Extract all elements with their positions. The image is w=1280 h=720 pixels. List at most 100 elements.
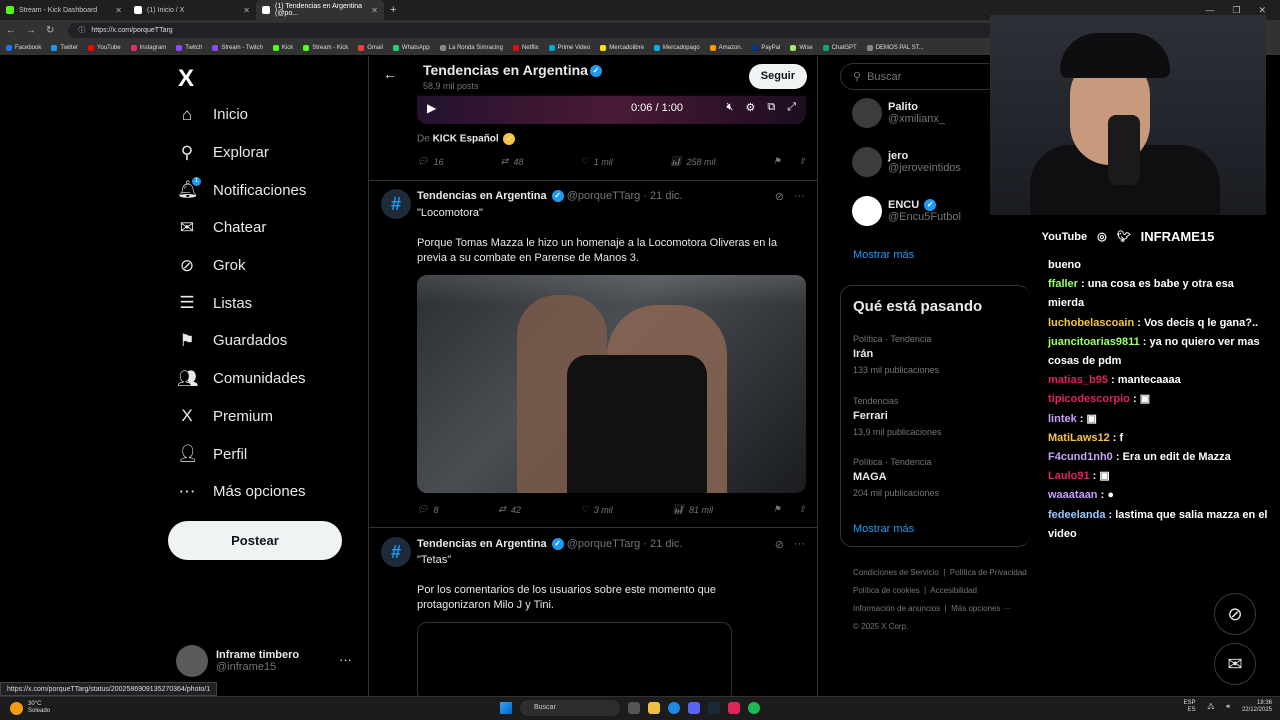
steam-icon[interactable] xyxy=(708,702,720,714)
bookmark-item[interactable]: Wise xyxy=(790,44,813,51)
close-window-icon[interactable]: ✕ xyxy=(1258,5,1266,16)
browser-tab-x-home[interactable]: (1) Inicio / X ✕ xyxy=(128,0,256,20)
messages-float-icon[interactable]: ✉ xyxy=(1214,643,1256,685)
views-button[interactable]: 📊︎ 81 mil xyxy=(673,504,713,515)
clock-time[interactable]: 18:36 xyxy=(1242,700,1272,707)
account-switcher[interactable]: Inframe timbero @inframe15 ··· xyxy=(176,644,356,678)
chat-username[interactable]: waaataan xyxy=(1048,489,1098,501)
follow-button[interactable]: Seguir xyxy=(748,64,807,89)
chat-username[interactable]: luchobelascoain xyxy=(1048,317,1134,329)
close-tab-icon[interactable]: ✕ xyxy=(115,6,122,15)
file-explorer-icon[interactable] xyxy=(648,702,660,714)
maximize-icon[interactable]: ❐ xyxy=(1232,5,1240,16)
tweet-avatar[interactable]: # xyxy=(381,537,411,567)
bookmark-item[interactable]: La Ronda Simracing xyxy=(439,44,503,51)
suggested-account[interactable]: ENCU ✓ @Encu5Futbol xyxy=(852,196,961,226)
post-button[interactable]: Postear xyxy=(168,521,342,560)
bookmark-item[interactable]: ChatGPT xyxy=(822,44,857,51)
tweet-author[interactable]: Tendencias en Argentina ✓ @porqueTTarg ·… xyxy=(417,538,682,551)
volume-icon[interactable]: 🔊︎ xyxy=(1226,704,1230,711)
footer-link[interactable]: Accesibilidad xyxy=(930,586,977,595)
bookmark-item[interactable]: Prime Video xyxy=(548,44,590,51)
language[interactable]: ESP xyxy=(1183,700,1195,707)
bookmark-item[interactable]: Twitter xyxy=(51,44,78,51)
more-icon[interactable]: ··· xyxy=(339,652,352,667)
grok-icon[interactable]: ⊘ xyxy=(775,190,784,203)
share-icon[interactable]: ⇪ xyxy=(798,504,806,515)
tweet-author[interactable]: Tendencias en Argentina ✓ @porqueTTarg ·… xyxy=(417,190,682,203)
app-icon[interactable] xyxy=(728,702,740,714)
show-more-link[interactable]: Mostrar más xyxy=(853,249,914,261)
chat-username[interactable]: juancitoarias9811 xyxy=(1048,336,1140,348)
grok-float-icon[interactable]: ⊘ xyxy=(1214,593,1256,635)
bookmark-icon[interactable]: ⚑ xyxy=(773,504,781,515)
bookmark-icon[interactable]: ⚑ xyxy=(773,156,781,167)
minimize-icon[interactable]: — xyxy=(1205,5,1214,15)
sidebar-item-explorar[interactable]: ⚲ Explorar xyxy=(168,134,358,172)
pip-icon[interactable]: ⧉ xyxy=(767,101,775,114)
edge-icon[interactable] xyxy=(668,702,680,714)
bookmark-item[interactable]: Mercadopago xyxy=(653,44,700,51)
site-info-icon[interactable]: ⓘ xyxy=(78,25,85,35)
like-button[interactable]: ♡ 3 mil xyxy=(581,504,613,515)
grok-icon[interactable]: ⊘ xyxy=(775,538,784,551)
settings-gear-icon[interactable]: ⚙ xyxy=(745,101,755,114)
bookmark-item[interactable]: DEMOS PAL ST... xyxy=(866,44,924,51)
footer-link[interactable]: Más opciones ··· xyxy=(951,604,1011,613)
bookmark-item[interactable]: Instagram xyxy=(130,44,166,51)
chat-username[interactable]: Laulo91 xyxy=(1048,470,1090,482)
chat-username[interactable]: MatiLaws12 xyxy=(1048,432,1110,444)
bookmark-item[interactable]: Amazon. xyxy=(709,44,742,51)
spotify-icon[interactable] xyxy=(748,702,760,714)
bookmark-item[interactable]: Mercadolibre xyxy=(600,44,644,51)
play-icon[interactable]: ▶ xyxy=(427,101,436,115)
chat-username[interactable]: F4cund1nh0 xyxy=(1048,451,1113,463)
video-source[interactable]: De KICK Español ✓ xyxy=(417,133,516,145)
trend-item[interactable]: Tendencias Ferrari 13,9 mil publicaciones xyxy=(853,396,942,437)
sidebar-item-perfil[interactable]: 👤︎ Perfil xyxy=(168,435,358,473)
repost-button[interactable]: ⇄ 42 xyxy=(498,504,521,515)
close-tab-icon[interactable]: ✕ xyxy=(371,6,378,15)
bookmark-item[interactable]: Netflix xyxy=(512,44,539,51)
tweet-avatar[interactable]: # xyxy=(381,189,411,219)
footer-link[interactable]: Condiciones de Servicio xyxy=(853,568,939,577)
browser-tab-kick[interactable]: Stream - Kick Dashboard ✕ xyxy=(0,0,128,20)
bookmark-item[interactable]: Stream - Twitch xyxy=(212,44,263,51)
taskbar-search[interactable]: Buscar xyxy=(520,700,620,716)
sidebar-item-listas[interactable]: ☰ Listas xyxy=(168,284,358,322)
back-arrow-icon[interactable]: ← xyxy=(6,25,16,36)
x-logo-icon[interactable]: X xyxy=(168,62,358,96)
repost-button[interactable]: ⇄ 48 xyxy=(501,156,524,167)
bookmark-item[interactable]: WhatsApp xyxy=(392,44,430,51)
forward-arrow-icon[interactable]: → xyxy=(26,25,36,36)
trends-show-more-link[interactable]: Mostrar más xyxy=(853,523,914,535)
footer-link[interactable]: Política de Privacidad xyxy=(950,568,1027,577)
chat-username[interactable]: matias_b95 xyxy=(1048,374,1108,386)
bookmark-item[interactable]: Facebook xyxy=(6,44,41,51)
chat-username[interactable]: lintek xyxy=(1048,413,1077,425)
more-icon[interactable]: ··· xyxy=(794,190,805,203)
weather-widget[interactable]: 30°C Soleado xyxy=(10,701,50,715)
share-icon[interactable]: ⇪ xyxy=(798,156,806,167)
bookmark-item[interactable]: Stream - Kick xyxy=(303,44,348,51)
network-icon[interactable]: 🖧︎ xyxy=(1207,704,1214,711)
sidebar-item-chatear[interactable]: ✉ Chatear xyxy=(168,209,358,247)
search-input[interactable]: ⚲ Buscar xyxy=(840,63,1000,90)
trend-item[interactable]: Política · Tendencia MAGA 204 mil publicac… xyxy=(853,457,939,498)
views-button[interactable]: 📊︎ 258 mil xyxy=(670,156,715,167)
sidebar-item-grok[interactable]: ⊘ Grok xyxy=(168,247,358,285)
new-tab-icon[interactable]: + xyxy=(390,4,396,16)
chat-username[interactable]: tipicodescorpio xyxy=(1048,393,1130,405)
reply-button[interactable]: 💬︎ 16 xyxy=(417,156,443,167)
sidebar-item-inicio[interactable]: ⌂ Inicio xyxy=(168,96,358,134)
chat-username[interactable]: fedeelanda xyxy=(1048,509,1105,521)
fullscreen-icon[interactable]: ⤢ xyxy=(787,101,796,114)
tweet-media[interactable] xyxy=(417,622,732,696)
reply-button[interactable]: 💬︎ 8 xyxy=(417,504,438,515)
reload-icon[interactable]: ↻ xyxy=(46,25,54,36)
mute-icon[interactable]: 🔇︎ xyxy=(727,101,734,114)
sidebar-item-comunidades[interactable]: 👥︎ Comunidades xyxy=(168,360,358,398)
bookmark-item[interactable]: Kick xyxy=(272,44,293,51)
windows-start-icon[interactable] xyxy=(500,702,512,714)
browser-tab-tendencias[interactable]: (1) Tendencias en Argentina (@po... ✕ xyxy=(256,0,384,20)
